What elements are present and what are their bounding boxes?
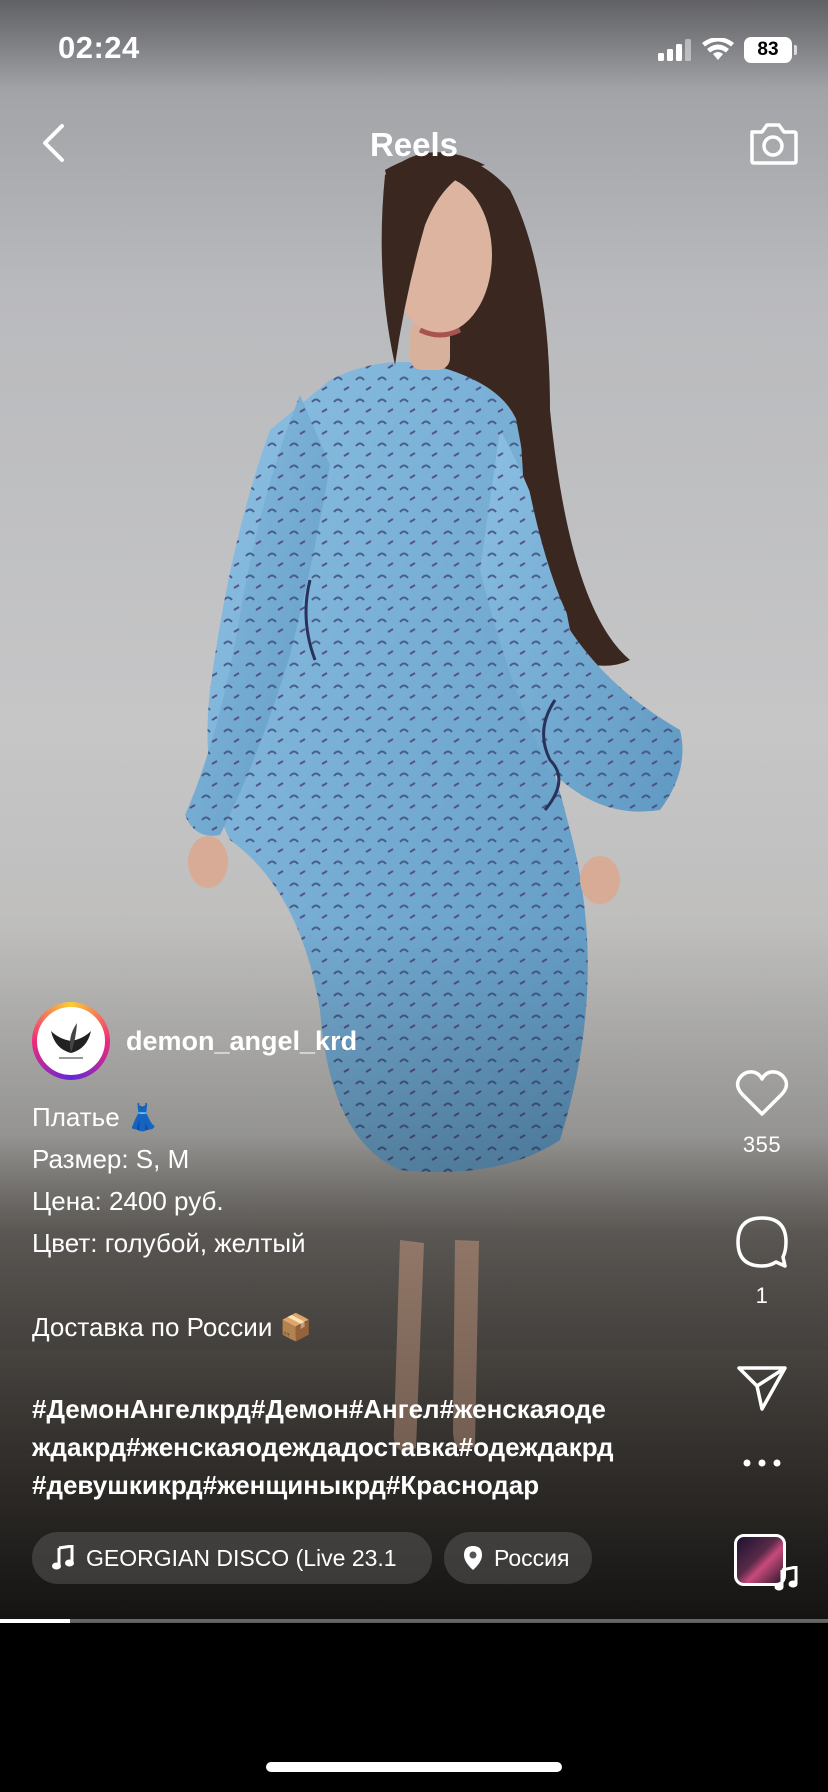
more-options-icon[interactable]: [742, 1458, 782, 1468]
status-time: 02:24: [58, 30, 140, 65]
status-indicators: 83: [658, 34, 797, 66]
reel-video[interactable]: [0, 0, 828, 1622]
paper-plane-icon[interactable]: [736, 1364, 788, 1412]
hashtag-line[interactable]: #ДемонАнгелкрд#Демон#Ангел#женскаяоде: [32, 1390, 712, 1428]
like-count[interactable]: 355: [743, 1132, 781, 1158]
audio-title: GEORGIAN DISCO (Live 23.1: [86, 1544, 397, 1571]
reels-header: Reels: [0, 100, 828, 190]
comment-action: 1: [720, 1215, 804, 1309]
caption-line: Платье 👗: [32, 1102, 160, 1132]
location-pin-icon: [464, 1546, 482, 1570]
music-note-icon: [774, 1566, 798, 1591]
author-username[interactable]: demon_angel_krd: [126, 1026, 357, 1057]
avatar: [37, 1007, 105, 1075]
page-title: Reels: [369, 126, 459, 163]
brand-logo-wings: [51, 1023, 91, 1059]
avatar-story-ring[interactable]: [32, 1002, 110, 1080]
battery-icon: 83: [744, 37, 797, 63]
caption-line: Цвет: голубой, желтый: [32, 1228, 306, 1258]
hashtag-line[interactable]: #девушкикрд#женщиныкрд#Краснодар: [32, 1466, 712, 1504]
like-action: 355: [720, 1070, 804, 1158]
comment-count[interactable]: 1: [756, 1283, 769, 1309]
wifi-icon: [702, 38, 734, 60]
audio-chip[interactable]: GEORGIAN DISCO (Live 23.1: [32, 1532, 432, 1584]
hashtags[interactable]: #ДемонАнгелкрд#Демон#Ангел#женскаяоде жд…: [32, 1390, 712, 1504]
caption-line: Размер: S, M: [32, 1144, 190, 1174]
reel-chips: GEORGIAN DISCO (Live 23.1 Россия: [32, 1532, 592, 1584]
location-label: Россия: [494, 1544, 570, 1571]
more-action: [720, 1458, 804, 1468]
comment-bubble-icon[interactable]: [735, 1215, 789, 1269]
music-note-icon: [52, 1545, 74, 1570]
share-action: [720, 1364, 804, 1412]
caption-delivery: Доставка по России 📦: [32, 1312, 312, 1342]
video-progress-fill: [0, 1619, 71, 1623]
hashtag-line[interactable]: ждакрд#женскаяодеждадоставка#одеждакрд: [32, 1428, 712, 1466]
camera-button[interactable]: [746, 116, 800, 170]
location-chip[interactable]: Россия: [444, 1532, 592, 1584]
caption-line: Цена: 2400 руб.: [32, 1186, 224, 1216]
heart-icon[interactable]: [735, 1070, 789, 1118]
cellular-signal-icon: [658, 39, 691, 61]
camera-icon: [750, 123, 798, 165]
video-progress-bar[interactable]: [0, 1619, 828, 1623]
home-indicator[interactable]: [266, 1762, 562, 1772]
author-row[interactable]: demon_angel_krd: [32, 1002, 357, 1080]
status-bar: 02:24 83: [0, 0, 828, 96]
caption[interactable]: Платье 👗 Размер: S, M Цена: 2400 руб. Цв…: [32, 1096, 712, 1348]
